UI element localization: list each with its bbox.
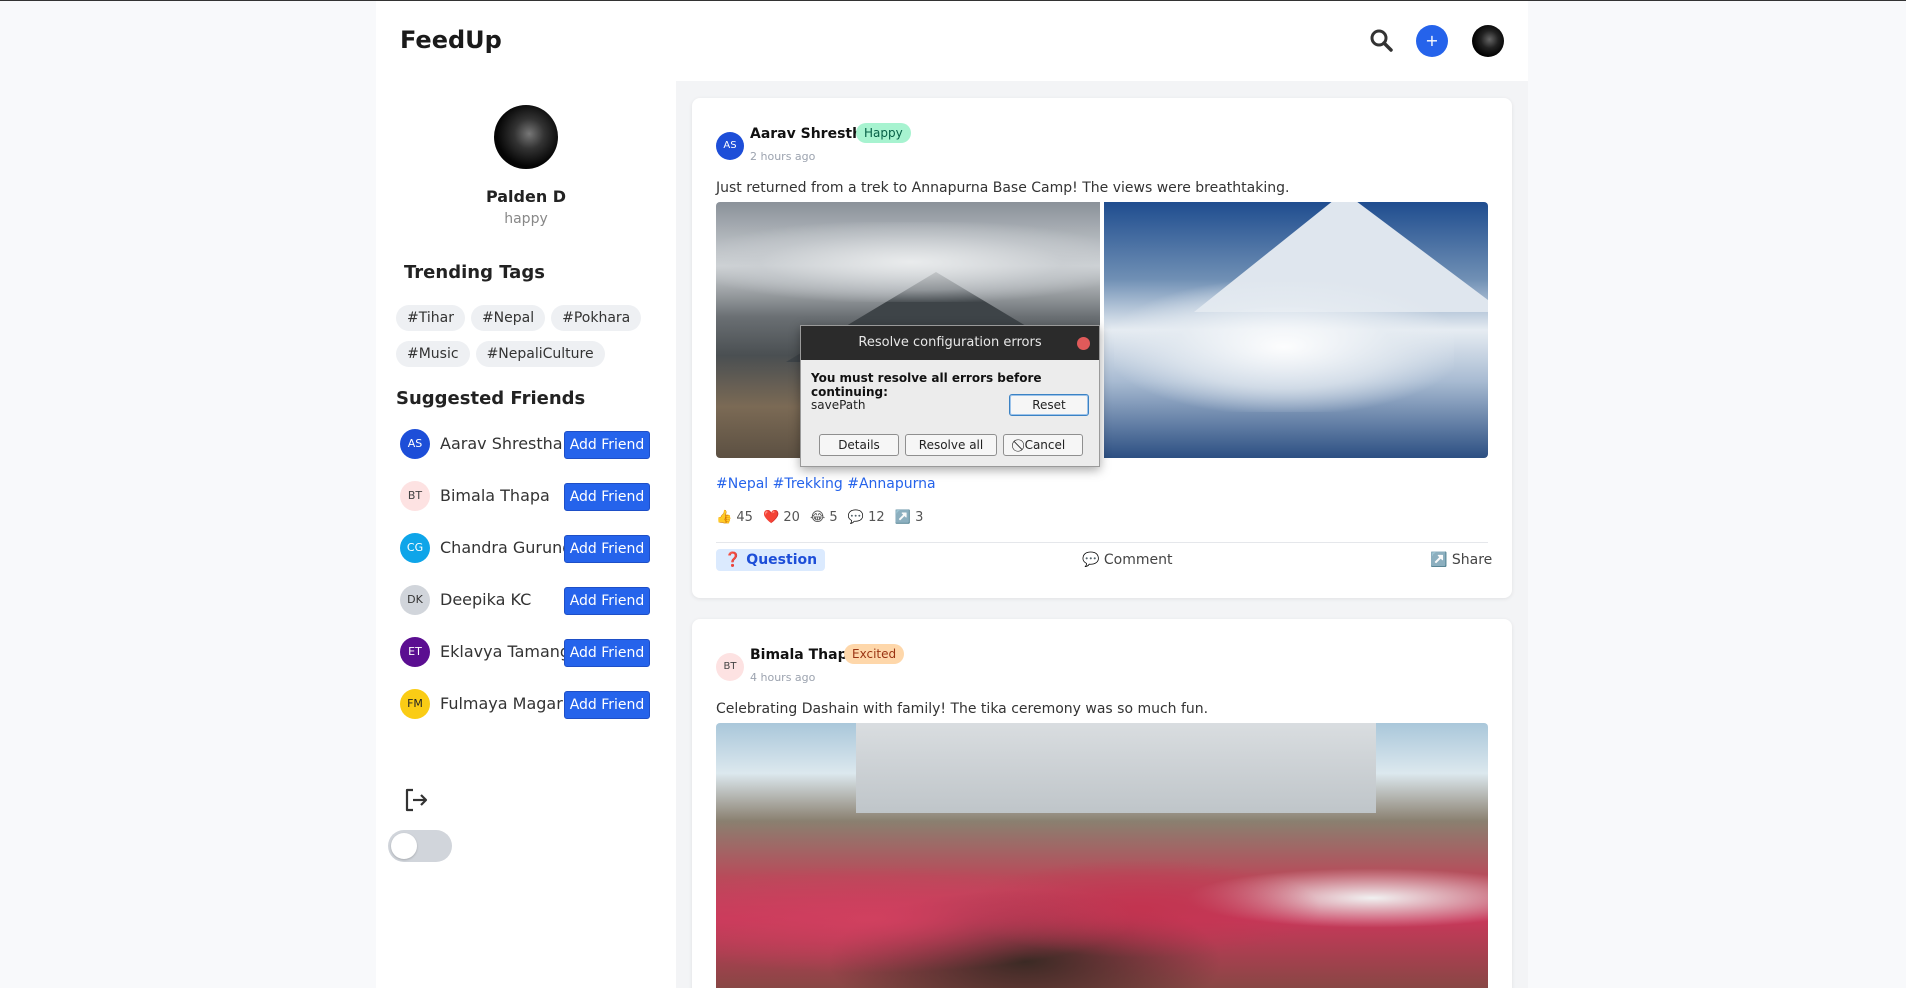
friend-avatar[interactable]: FM bbox=[400, 689, 430, 719]
details-button[interactable]: Details bbox=[819, 434, 899, 456]
dialog-title: Resolve configuration errors bbox=[858, 335, 1042, 350]
tag-chip[interactable]: #Pokhara bbox=[551, 305, 642, 331]
friend-avatar[interactable]: AS bbox=[400, 429, 430, 459]
question-button[interactable]: ❓ Question bbox=[716, 549, 826, 571]
likes-count[interactable]: 👍 45 bbox=[716, 510, 753, 525]
tag-chip[interactable]: #NepaliCulture bbox=[475, 341, 605, 367]
hearts-count[interactable]: ❤️ 20 bbox=[763, 510, 800, 525]
friend-item: AS Aarav Shrestha Add Friend bbox=[400, 429, 660, 481]
mood-badge: Excited bbox=[844, 644, 905, 664]
friend-avatar[interactable]: BT bbox=[400, 481, 430, 511]
post-text: Celebrating Dashain with family! The tik… bbox=[716, 701, 1209, 717]
toggle-knob bbox=[391, 833, 417, 859]
friend-item: FM Fulmaya Magar Add Friend bbox=[400, 689, 660, 741]
image-crowd-shape bbox=[716, 793, 1488, 988]
config-errors-dialog: Resolve configuration errors You must re… bbox=[800, 325, 1100, 467]
logout-icon[interactable] bbox=[402, 786, 430, 814]
post-author-name[interactable]: Aarav Shrestha bbox=[750, 126, 872, 142]
post-tags[interactable]: #Nepal #Trekking #Annapurna bbox=[716, 476, 936, 492]
reaction-stats: 👍 45 ❤️ 20 😂 5 💬 12 ↗️ 3 bbox=[716, 510, 929, 525]
trending-tags-list: #Tihar #Nepal #Pokhara #Music #NepaliCultur… bbox=[396, 305, 666, 377]
friend-item: BT Bimala Thapa Add Friend bbox=[400, 481, 660, 533]
laughs-count[interactable]: 😂 5 bbox=[810, 510, 838, 525]
close-icon[interactable] bbox=[1077, 337, 1090, 350]
shares-count[interactable]: ↗️ 3 bbox=[895, 510, 924, 525]
image-cloud-shape bbox=[716, 222, 1100, 302]
share-button[interactable]: ↗️ Share bbox=[1430, 552, 1492, 568]
friend-item: ET Eklavya Tamang Add Friend bbox=[400, 637, 660, 689]
search-icon[interactable] bbox=[1368, 27, 1394, 53]
friend-avatar[interactable]: CG bbox=[400, 533, 430, 563]
friend-item: CG Chandra Gurung Add Friend bbox=[400, 533, 660, 585]
friend-name[interactable]: Eklavya Tamang bbox=[440, 642, 570, 661]
post-timestamp: 4 hours ago bbox=[750, 671, 816, 684]
theme-toggle[interactable] bbox=[388, 830, 452, 862]
user-avatar[interactable] bbox=[1472, 25, 1504, 57]
add-friend-button[interactable]: Add Friend bbox=[564, 639, 650, 667]
profile-avatar[interactable] bbox=[494, 105, 558, 169]
profile-mood: happy bbox=[504, 211, 548, 227]
add-friend-button[interactable]: Add Friend bbox=[564, 535, 650, 563]
add-friend-button[interactable]: Add Friend bbox=[564, 691, 650, 719]
post-image-snow-peak[interactable] bbox=[1104, 202, 1488, 458]
friend-name[interactable]: Deepika KC bbox=[440, 590, 531, 609]
add-friend-button[interactable]: Add Friend bbox=[564, 431, 650, 459]
image-cloud-shape bbox=[1114, 282, 1454, 412]
left-sidebar: Palden D happy Trending Tags #Tihar #Nepa… bbox=[376, 81, 676, 988]
friend-avatar[interactable]: DK bbox=[400, 585, 430, 615]
top-header: FeedUp + bbox=[376, 1, 1528, 81]
post-author-avatar[interactable]: BT bbox=[716, 653, 744, 681]
create-post-button[interactable]: + bbox=[1416, 25, 1448, 57]
tag-chip[interactable]: #Music bbox=[396, 341, 470, 367]
tag-chip[interactable]: #Nepal bbox=[470, 305, 546, 331]
tag-chip[interactable]: #Tihar bbox=[396, 305, 465, 331]
cancel-button[interactable]: ⃠ Cancel bbox=[1003, 434, 1083, 456]
friend-name[interactable]: Aarav Shrestha bbox=[440, 434, 563, 453]
resolve-all-button[interactable]: Resolve all bbox=[905, 434, 997, 456]
post-author-name[interactable]: Bimala Thapa bbox=[750, 647, 857, 663]
friend-name[interactable]: Chandra Gurung bbox=[440, 538, 572, 557]
app-container: FeedUp + Palden D happy Trending Tags #T… bbox=[376, 1, 1528, 988]
suggested-friends-list: AS Aarav Shrestha Add Friend BT Bimala T… bbox=[400, 429, 660, 741]
divider bbox=[716, 542, 1488, 543]
friend-name[interactable]: Bimala Thapa bbox=[440, 486, 550, 505]
comments-count[interactable]: 💬 12 bbox=[848, 510, 885, 525]
add-friend-button[interactable]: Add Friend bbox=[564, 483, 650, 511]
profile-name: Palden D bbox=[485, 187, 567, 206]
post-timestamp: 2 hours ago bbox=[750, 150, 816, 163]
suggested-friends-title: Suggested Friends bbox=[396, 388, 586, 409]
mood-badge: Happy bbox=[856, 123, 911, 143]
brand-logo[interactable]: FeedUp bbox=[400, 26, 502, 54]
post-author-avatar[interactable]: AS bbox=[716, 132, 744, 160]
friend-item: DK Deepika KC Add Friend bbox=[400, 585, 660, 637]
post-text: Just returned from a trek to Annapurna B… bbox=[716, 180, 1290, 196]
add-friend-button[interactable]: Add Friend bbox=[564, 587, 650, 615]
post-card: BT Bimala Thapa Excited 4 hours ago Cele… bbox=[692, 619, 1512, 988]
friend-name[interactable]: Fulmaya Magar bbox=[440, 694, 563, 713]
comment-button[interactable]: 💬 Comment bbox=[1082, 552, 1172, 568]
friend-avatar[interactable]: ET bbox=[400, 637, 430, 667]
reset-button[interactable]: Reset bbox=[1009, 394, 1089, 416]
post-image-family-celebration[interactable] bbox=[716, 723, 1488, 988]
error-field-name: savePath bbox=[811, 398, 866, 412]
trending-tags-title: Trending Tags bbox=[404, 262, 545, 283]
dialog-titlebar[interactable]: Resolve configuration errors bbox=[801, 326, 1099, 360]
cancel-label: Cancel bbox=[1024, 438, 1066, 452]
